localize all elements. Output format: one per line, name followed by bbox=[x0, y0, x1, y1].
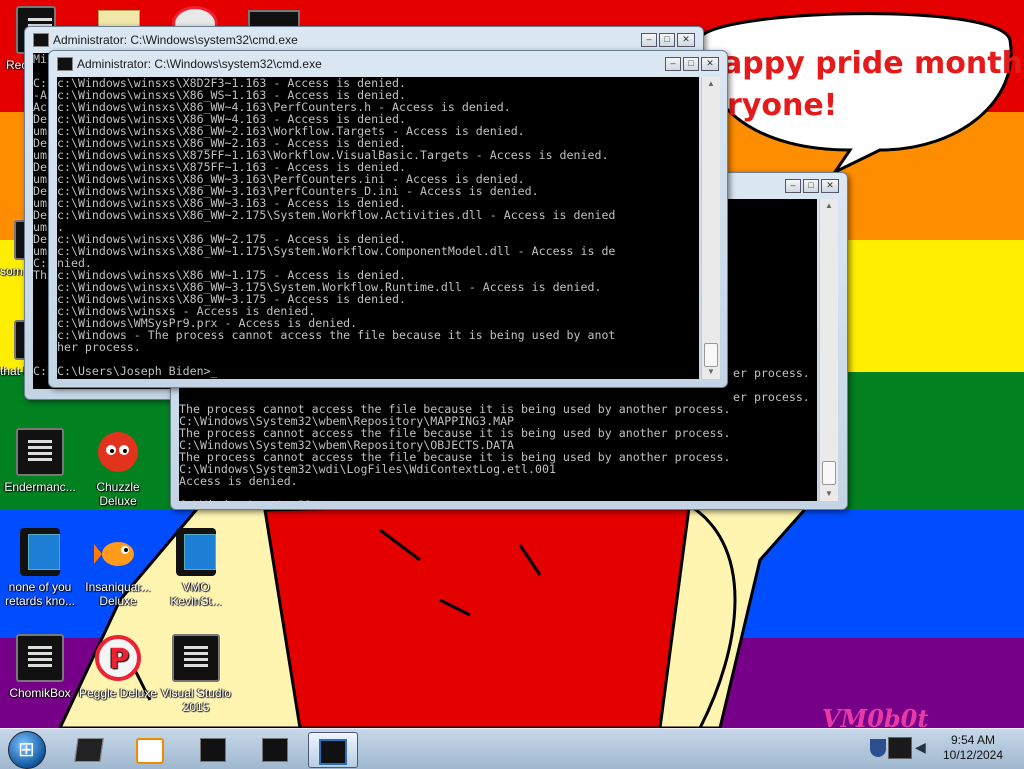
scroll-down-arrow[interactable]: ▼ bbox=[702, 365, 720, 379]
maximize-button[interactable]: □ bbox=[803, 179, 819, 193]
desktop-icon-chomikbox[interactable]: ChomikBox bbox=[0, 634, 80, 700]
fish-graphic bbox=[94, 542, 134, 566]
desktop-icon-chuzzle[interactable]: Chuzzle Deluxe bbox=[78, 428, 158, 508]
svg-text:P: P bbox=[109, 642, 130, 675]
desktop-icon-vmo[interactable]: VMO KevinSt... bbox=[156, 528, 236, 608]
tray-security-icon[interactable] bbox=[870, 739, 886, 757]
explorer-icon bbox=[74, 738, 104, 762]
cmd-icon bbox=[172, 634, 220, 682]
media-player-icon bbox=[136, 738, 164, 764]
taskbar-item-cmd-active[interactable] bbox=[308, 732, 358, 768]
close-button[interactable]: ✕ bbox=[821, 179, 839, 193]
cmd-icon bbox=[262, 738, 288, 762]
window-controls: – □ ✕ bbox=[785, 179, 839, 193]
taskbar-item-media-player[interactable] bbox=[126, 732, 170, 766]
vertical-scrollbar[interactable]: ▲ ▼ bbox=[819, 199, 838, 501]
minimize-button[interactable]: – bbox=[665, 57, 681, 71]
drawing-shirt bbox=[263, 498, 692, 728]
desktop-icon-none-of-you[interactable]: none of you retards kno... bbox=[0, 528, 80, 608]
tablet-icon bbox=[20, 528, 60, 576]
desktop-icon-peggle[interactable]: P Peggle Deluxe bbox=[78, 634, 158, 700]
vertical-scrollbar[interactable]: ▲ ▼ bbox=[701, 77, 720, 379]
cmd-icon bbox=[200, 738, 226, 762]
window-title: Administrator: C:\Windows\system32\cmd.e… bbox=[77, 57, 322, 71]
console-output[interactable]: c:\Windows\winsxs\X8D2F3~1.163 - Access … bbox=[57, 77, 699, 379]
tray-clock[interactable]: 9:54 AM 10/12/2024 bbox=[938, 733, 1008, 763]
tray-volume-icon[interactable]: ◀ bbox=[915, 739, 926, 756]
scroll-up-arrow[interactable]: ▲ bbox=[820, 199, 838, 213]
fish-icon bbox=[94, 528, 142, 576]
close-button[interactable]: ✕ bbox=[677, 33, 695, 47]
scroll-down-arrow[interactable]: ▼ bbox=[820, 487, 838, 501]
console-line: her process. bbox=[57, 340, 141, 354]
console-line: c:\Windows\winsxs\X86_WW~2.175\System.Wo… bbox=[57, 208, 616, 222]
cmd-window-front[interactable]: Administrator: C:\Windows\system32\cmd.e… bbox=[48, 50, 728, 388]
console-line: c:\Windows - The process cannot access t… bbox=[57, 328, 616, 342]
bubble-line-1: appy pride month bbox=[722, 46, 1023, 81]
tray-network-icon[interactable] bbox=[888, 737, 912, 759]
minimize-button[interactable]: – bbox=[785, 179, 801, 193]
cmd-icon bbox=[319, 739, 347, 765]
taskbar-item-explorer[interactable] bbox=[66, 732, 110, 766]
window-controls: – □ ✕ bbox=[641, 33, 695, 47]
cmd-icon bbox=[16, 634, 64, 682]
desktop-icon-insaniquarium[interactable]: Insaniquar... Deluxe bbox=[78, 528, 158, 608]
window-controls: – □ ✕ bbox=[665, 57, 719, 71]
maximize-button[interactable]: □ bbox=[659, 33, 675, 47]
desktop-icon-visual-studio[interactable]: Visual Studio 2015 bbox=[156, 634, 236, 714]
maximize-button[interactable]: □ bbox=[683, 57, 699, 71]
taskbar: ◀ 9:54 AM 10/12/2024 bbox=[0, 728, 1024, 769]
clock-time: 9:54 AM bbox=[950, 733, 996, 747]
chuzzle-icon bbox=[94, 428, 142, 476]
window-title: Administrator: C:\Windows\system32\cmd.e… bbox=[53, 33, 298, 47]
bubble-line-2: ryone! bbox=[727, 88, 838, 123]
chuzzle-graphic bbox=[98, 432, 138, 472]
peggle-graphic: P bbox=[95, 635, 141, 681]
cmd-icon bbox=[57, 57, 73, 71]
taskbar-item-cmd-2[interactable] bbox=[252, 732, 296, 766]
desktop-icon-endermanch[interactable]: Endermanc... bbox=[0, 428, 80, 494]
start-button[interactable] bbox=[8, 731, 46, 769]
peggle-icon: P bbox=[94, 634, 142, 682]
cmd-icon bbox=[16, 428, 64, 476]
close-button[interactable]: ✕ bbox=[701, 57, 719, 71]
taskbar-item-cmd-1[interactable] bbox=[190, 732, 234, 766]
scroll-thumb[interactable] bbox=[704, 343, 718, 367]
tablet-icon bbox=[176, 528, 216, 576]
title-bar[interactable]: Administrator: C:\Windows\system32\cmd.e… bbox=[49, 51, 727, 77]
clock-date: 10/12/2024 bbox=[942, 748, 1004, 762]
console-line: C:\Windows\system32> bbox=[179, 499, 817, 501]
cmd-icon bbox=[33, 33, 49, 47]
console-line: Access is denied. bbox=[179, 474, 298, 488]
minimize-button[interactable]: – bbox=[641, 33, 657, 47]
scroll-thumb[interactable] bbox=[822, 461, 836, 485]
scroll-up-arrow[interactable]: ▲ bbox=[702, 77, 720, 91]
console-line: c:\Windows\winsxs\X86_WW~1.175\System.Wo… bbox=[57, 244, 616, 258]
console-line: C:\Users\Joseph Biden>_ bbox=[57, 364, 218, 378]
